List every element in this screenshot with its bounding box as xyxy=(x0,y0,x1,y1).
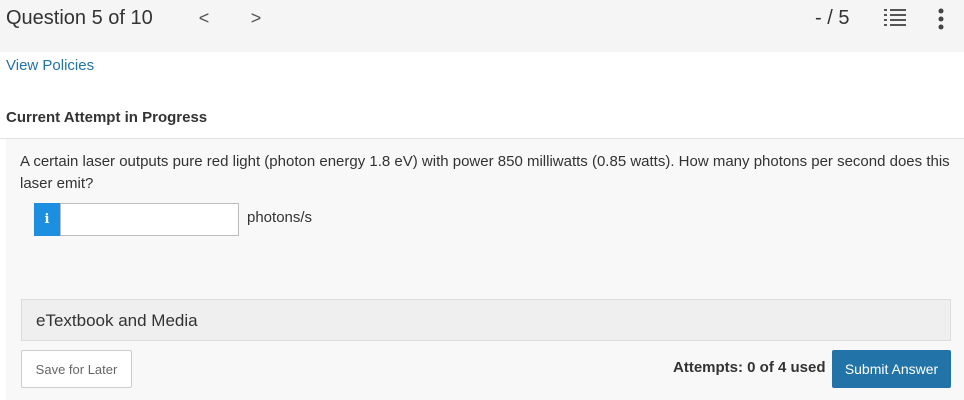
list-icon[interactable] xyxy=(884,8,906,28)
info-icon[interactable]: i xyxy=(34,203,60,236)
chevron-left-icon: < xyxy=(198,8,210,28)
more-vertical-icon[interactable] xyxy=(936,8,946,30)
save-for-later-button[interactable]: Save for Later xyxy=(21,350,132,388)
chevron-right-icon: > xyxy=(250,8,262,28)
score-display: - / 5 xyxy=(815,7,850,29)
unit-label: photons/s xyxy=(247,209,313,226)
next-question-button[interactable]: > xyxy=(246,6,266,30)
previous-question-button[interactable]: < xyxy=(194,6,214,30)
attempts-counter: Attempts: 0 of 4 used xyxy=(673,359,826,376)
question-header: Question 5 of 10 < > - / 5 xyxy=(0,0,964,52)
answer-input[interactable] xyxy=(60,203,239,236)
view-policies-link[interactable]: View Policies xyxy=(6,57,94,74)
question-text: A certain laser outputs pure red light (… xyxy=(20,153,950,192)
attempt-heading: Current Attempt in Progress xyxy=(6,109,208,126)
etextbook-media-label: eTextbook and Media xyxy=(36,311,198,330)
question-counter: Question 5 of 10 xyxy=(6,7,153,29)
etextbook-media-toggle[interactable]: eTextbook and Media xyxy=(21,299,951,341)
submit-answer-button[interactable]: Submit Answer xyxy=(832,350,951,388)
